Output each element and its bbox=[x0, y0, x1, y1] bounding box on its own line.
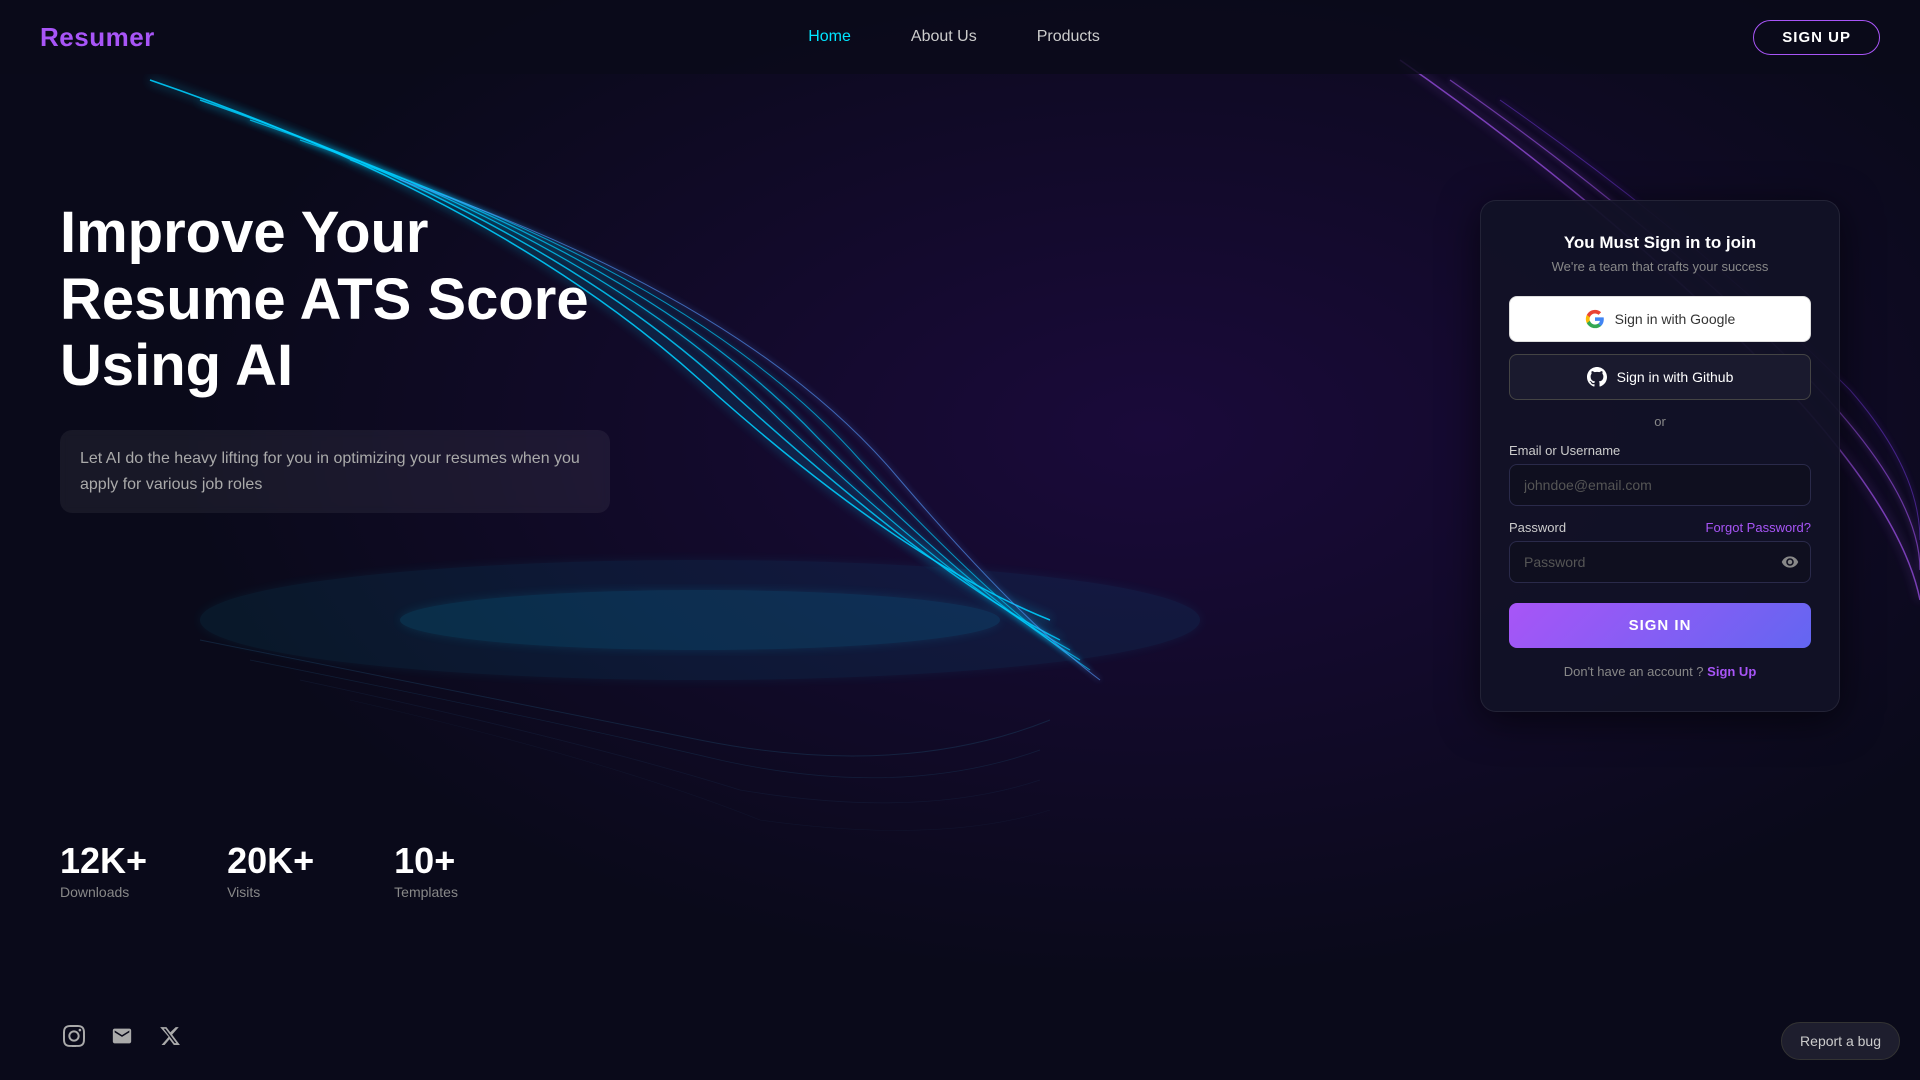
github-signin-label: Sign in with Github bbox=[1617, 369, 1734, 385]
stat-visits-label: Visits bbox=[227, 884, 314, 900]
stat-downloads: 12K+ Downloads bbox=[60, 840, 147, 900]
twitter-icon[interactable] bbox=[156, 1022, 184, 1050]
signin-title: You Must Sign in to join bbox=[1509, 233, 1811, 253]
signup-link[interactable]: Sign Up bbox=[1707, 664, 1756, 679]
navbar: Resumer Home About Us Products SIGN UP bbox=[0, 0, 1920, 74]
divider: or bbox=[1509, 414, 1811, 429]
password-field-wrapper bbox=[1509, 541, 1811, 583]
email-input[interactable] bbox=[1509, 464, 1811, 506]
social-icons bbox=[60, 1022, 184, 1050]
hero-subtitle: Let AI do the heavy lifting for you in o… bbox=[60, 430, 610, 513]
signin-panel: You Must Sign in to join We're a team th… bbox=[1480, 200, 1840, 712]
google-icon bbox=[1585, 309, 1605, 329]
signin-subtitle: We're a team that crafts your success bbox=[1509, 259, 1811, 274]
report-bug-button[interactable]: Report a bug bbox=[1781, 1022, 1900, 1060]
stat-templates-value: 10+ bbox=[394, 840, 458, 882]
instagram-icon[interactable] bbox=[60, 1022, 88, 1050]
hero-section: Improve Your Resume ATS Score Using AI L… bbox=[60, 200, 610, 513]
google-signin-label: Sign in with Google bbox=[1615, 311, 1736, 327]
nav-home[interactable]: Home bbox=[808, 28, 851, 46]
stat-templates: 10+ Templates bbox=[394, 840, 458, 900]
password-input[interactable] bbox=[1509, 541, 1811, 583]
password-label: Password bbox=[1509, 520, 1566, 535]
toggle-password-icon[interactable] bbox=[1781, 553, 1799, 571]
hero-title: Improve Your Resume ATS Score Using AI bbox=[60, 200, 610, 400]
signin-submit-button[interactable]: SIGN IN bbox=[1509, 603, 1811, 648]
forgot-password-link[interactable]: Forgot Password? bbox=[1706, 520, 1812, 535]
nav-links: Home About Us Products bbox=[808, 28, 1100, 46]
signup-button[interactable]: SIGN UP bbox=[1753, 20, 1880, 55]
google-signin-button[interactable]: Sign in with Google bbox=[1509, 296, 1811, 342]
stat-downloads-label: Downloads bbox=[60, 884, 147, 900]
github-signin-button[interactable]: Sign in with Github bbox=[1509, 354, 1811, 400]
nav-products[interactable]: Products bbox=[1037, 28, 1100, 46]
nav-about[interactable]: About Us bbox=[911, 28, 977, 46]
stat-downloads-value: 12K+ bbox=[60, 840, 147, 882]
signup-prompt: Don't have an account ? Sign Up bbox=[1509, 664, 1811, 679]
email-label: Email or Username bbox=[1509, 443, 1811, 458]
brand-logo[interactable]: Resumer bbox=[40, 22, 155, 53]
github-icon bbox=[1587, 367, 1607, 387]
stats-section: 12K+ Downloads 20K+ Visits 10+ Templates bbox=[60, 840, 458, 900]
email-icon[interactable] bbox=[108, 1022, 136, 1050]
stat-templates-label: Templates bbox=[394, 884, 458, 900]
stat-visits: 20K+ Visits bbox=[227, 840, 314, 900]
stat-visits-value: 20K+ bbox=[227, 840, 314, 882]
